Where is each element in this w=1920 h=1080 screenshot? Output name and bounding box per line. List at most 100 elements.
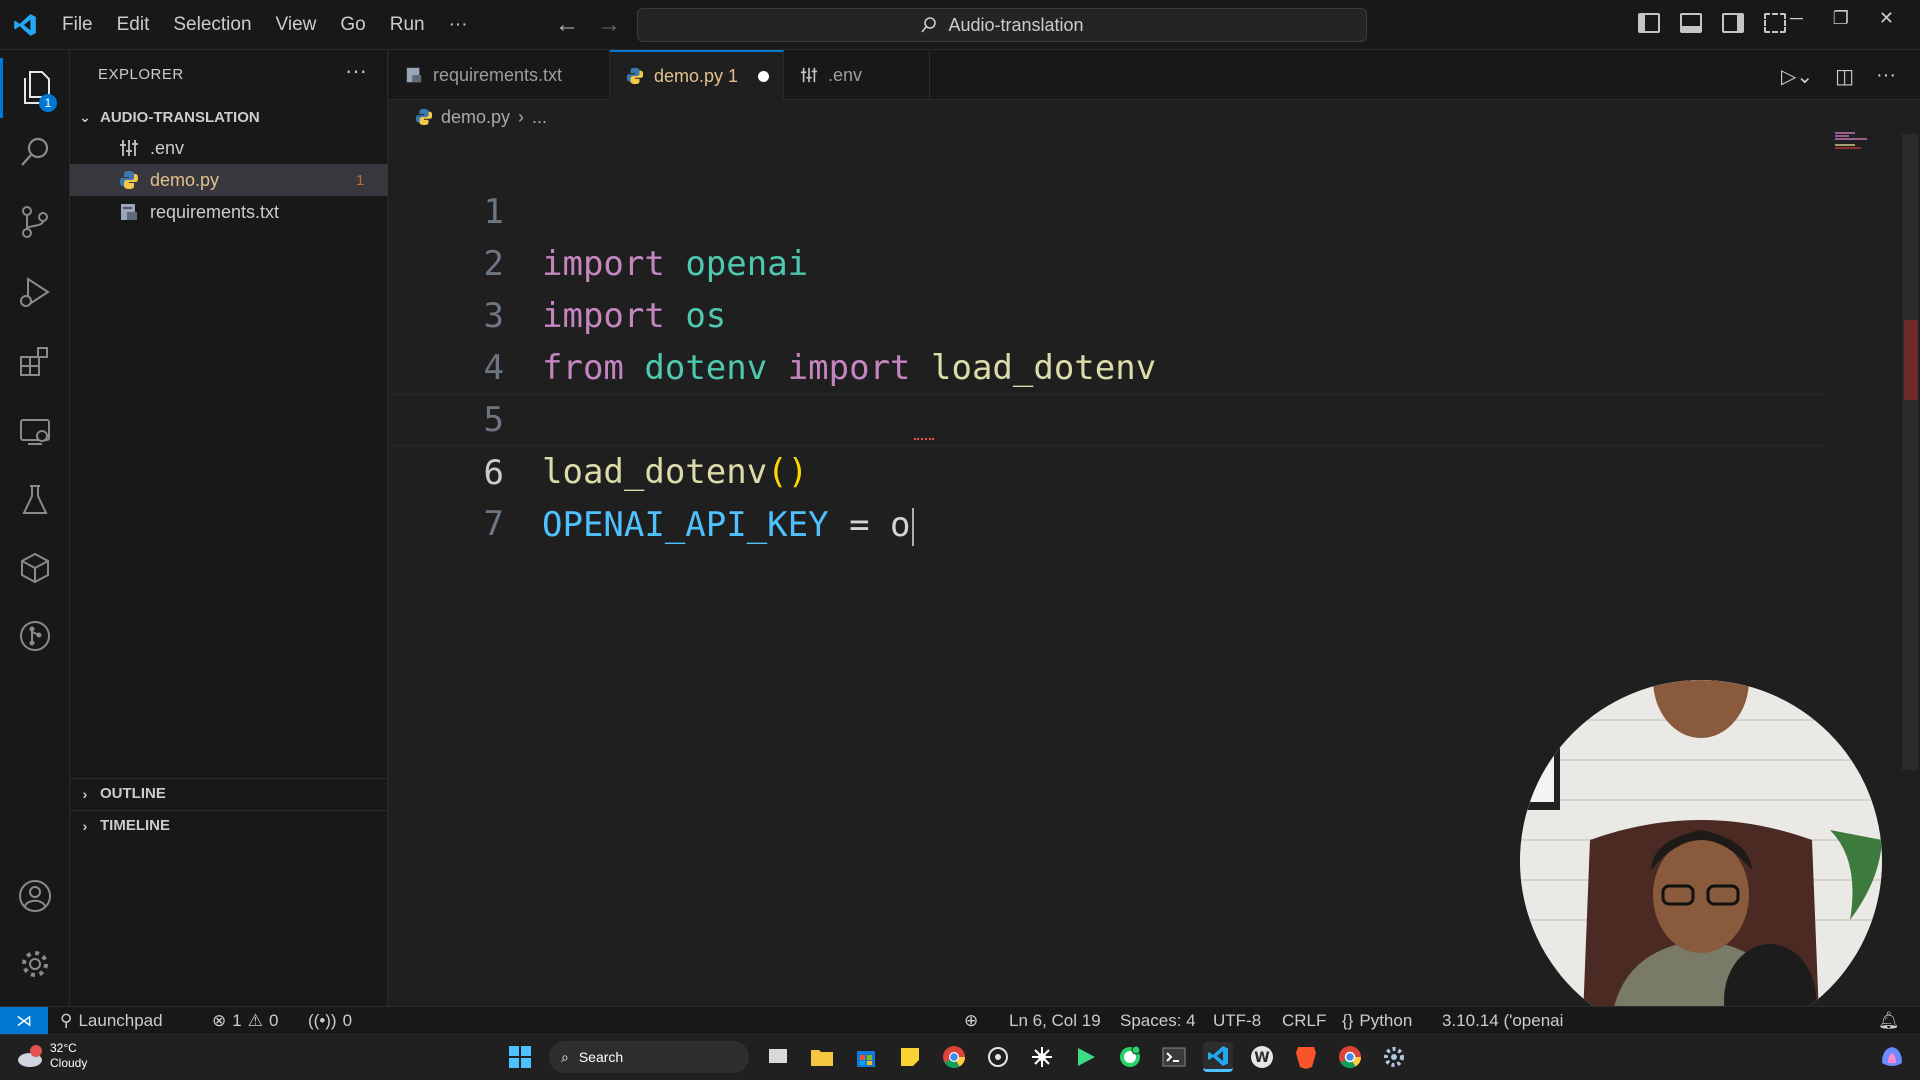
file-item-env[interactable]: .env [70,132,388,164]
tab-label: demo.py 1 [654,65,739,86]
warning-count: 0 [268,1011,279,1030]
ports-count: 0 [342,1011,353,1030]
settings-app-icon[interactable] [1379,1042,1409,1072]
remote-explorer-activity[interactable] [0,402,70,462]
cursor-position[interactable]: Ln 6, Col 19 [1009,1007,1101,1035]
code-line: 1 import openai [389,134,1829,284]
text-cursor [911,507,914,546]
close-icon[interactable]: ✕ [1879,8,1894,29]
ports-item[interactable]: ((•)) 0 [308,1007,352,1035]
warning-icon: ⚠ [247,1011,263,1030]
accounts-activity[interactable] [0,866,70,926]
python-interpreter[interactable]: 3.10.14 ('openai [1442,1007,1563,1035]
eol-label: CRLF [1282,1011,1327,1030]
menu-go[interactable]: Go [328,14,377,36]
word-app-icon[interactable]: W [1247,1042,1277,1072]
microsoft-store-icon[interactable] [851,1042,881,1072]
launchpad-item[interactable]: ⚲ Launchpad [60,1007,163,1035]
current-code-line: 6 OPENAI_API_KEY = o [389,394,1829,546]
file-item-demo[interactable]: demo.py 1 [70,164,388,196]
chevron-down-icon: ⌄ [79,108,91,125]
testing-activity[interactable] [0,470,70,530]
weather-widget[interactable]: 32°C Cloudy [16,1041,87,1071]
folder-name: AUDIO-TRANSLATION [100,108,260,126]
outline-section[interactable]: › OUTLINE [70,778,388,808]
restore-icon[interactable]: ❐ [1833,8,1849,29]
split-editor-icon[interactable]: ◫ [1835,64,1854,89]
code-line: 7 [389,446,1829,544]
menu-edit[interactable]: Edit [105,14,162,36]
run-debug-activity[interactable] [0,262,70,322]
more-actions-icon[interactable]: ··· [1876,64,1896,89]
back-arrow-icon[interactable]: ← [555,12,579,38]
terminal-icon[interactable] [1159,1042,1189,1072]
whatsapp-icon[interactable] [1115,1042,1145,1072]
language-label: Python [1359,1011,1413,1030]
containers-activity[interactable] [0,538,70,598]
toggle-secondary-sidebar-icon[interactable] [1722,13,1744,33]
minimize-icon[interactable]: ─ [1790,8,1803,29]
breadcrumb-symbol[interactable]: ... [532,107,547,128]
chatgpt-icon[interactable] [983,1042,1013,1072]
editor-scrollbar[interactable] [1902,134,1918,770]
unsaved-dot-icon[interactable] [758,70,770,82]
file-item-requirements[interactable]: requirements.txt [70,196,388,228]
code-line: 3 from dotenv import load_dotenv [389,238,1829,388]
outline-label: OUTLINE [100,785,166,802]
play-app-icon[interactable] [1071,1042,1101,1072]
folder-header[interactable]: ⌄ AUDIO-TRANSLATION [70,102,388,132]
zoom-item[interactable]: ⊕ [964,1007,978,1035]
menu-file[interactable]: File [50,14,105,36]
source-control-activity[interactable] [0,192,70,252]
sticky-notes-icon[interactable] [895,1042,925,1072]
extensions-activity[interactable] [0,332,70,392]
menu-run[interactable]: Run [378,14,437,36]
taskbar-search[interactable]: ⌕ Search [549,1041,749,1073]
copilot-icon[interactable] [1878,1043,1906,1076]
indentation[interactable]: Spaces: 4 [1120,1007,1196,1035]
vscode-taskbar-icon[interactable] [1203,1042,1233,1072]
chrome-profile-icon[interactable] [1335,1042,1365,1072]
remote-indicator-icon[interactable]: ⋊ [0,1007,48,1035]
end-of-line[interactable]: CRLF [1282,1007,1326,1035]
git-graph-activity[interactable] [0,606,70,666]
forward-arrow-icon[interactable]: → [597,12,621,38]
explorer-badge: 1 [39,94,57,112]
task-view-icon[interactable] [763,1042,793,1072]
customize-layout-icon[interactable] [1764,13,1786,33]
bug-app-icon[interactable] [1027,1042,1057,1072]
minimap[interactable] [1835,130,1895,150]
windows-start-icon[interactable] [505,1042,535,1072]
git-graph-icon [20,621,50,651]
code-line: 2 import os [389,186,1829,336]
problems-item[interactable]: ⊗ 1 ⚠ 0 [212,1007,278,1035]
manage-activity[interactable] [0,934,70,994]
encoding[interactable]: UTF-8 [1213,1007,1261,1035]
broadcast-icon: ((•)) [308,1011,337,1030]
tab-demo[interactable]: demo.py 1 [610,50,784,100]
run-file-icon[interactable]: ▷⌄ [1781,64,1813,89]
breadcrumb-file[interactable]: demo.py [441,107,510,128]
chrome-icon[interactable] [939,1042,969,1072]
error-squiggle [914,436,934,440]
command-center[interactable]: Audio-translation [637,8,1367,42]
encoding-label: UTF-8 [1213,1011,1262,1030]
language-mode[interactable]: {} Python [1342,1007,1412,1035]
toggle-panel-icon[interactable] [1680,13,1702,33]
scrollbar-error-marker [1904,320,1918,400]
brave-icon[interactable] [1291,1042,1321,1072]
timeline-section[interactable]: › TIMELINE [70,810,388,840]
search-activity[interactable] [0,122,70,182]
file-explorer-icon[interactable] [807,1042,837,1072]
notifications[interactable]: 🔔︎ [1878,1007,1900,1035]
explorer-more-icon[interactable]: ··· [345,58,367,84]
taskbar-search-label: Search [578,1049,624,1065]
menu-selection[interactable]: Selection [161,14,263,36]
explorer-activity[interactable]: 1 [0,58,70,118]
menu-view[interactable]: View [264,14,329,36]
tab-env[interactable]: .env [784,50,930,100]
menu-more[interactable]: ··· [437,14,480,36]
toggle-primary-sidebar-icon[interactable] [1638,13,1660,33]
settings-file-icon [118,137,140,159]
tab-requirements[interactable]: requirements.txt [389,50,610,100]
